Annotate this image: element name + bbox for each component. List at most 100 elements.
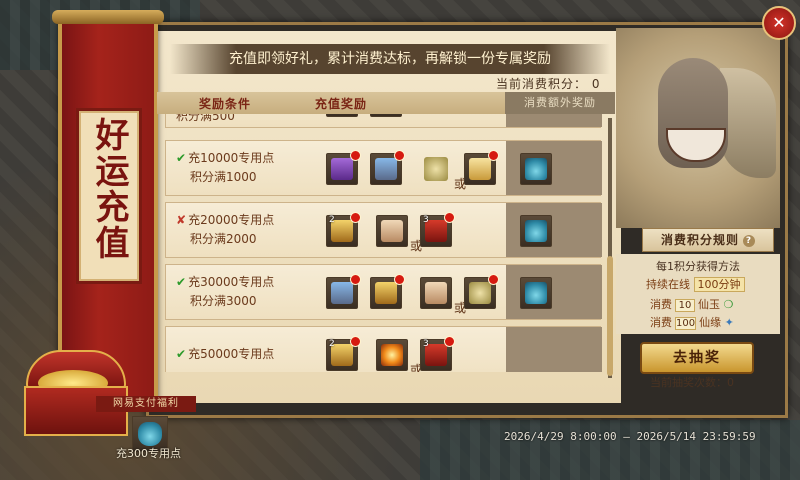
- red-dot-badge: [488, 150, 499, 161]
- points-rules: 每1积分获得方法 持续在线 100分钟 消费 10 仙玉 ❍ 消费 100 仙缘 ✦: [616, 254, 780, 334]
- extra-reward-item[interactable]: [520, 215, 552, 247]
- reward-item[interactable]: [326, 274, 361, 309]
- reward-item[interactable]: [370, 150, 405, 185]
- red-dot-badge: [350, 150, 361, 161]
- blue-pouch-icon: [525, 158, 547, 180]
- reward-item[interactable]: 2: [326, 336, 361, 371]
- extra-reward-cell: [506, 114, 602, 127]
- row-condition: ✘ 充20000专用点 积分满2000: [176, 211, 274, 249]
- reward-item[interactable]: 2: [326, 212, 361, 247]
- blue-pouch-icon: [138, 422, 162, 446]
- rule-online-label: 持续在线: [646, 278, 690, 291]
- reward-item[interactable]: [370, 114, 402, 117]
- scrollbar-thumb[interactable]: [607, 256, 613, 376]
- row-condition: ✔ 充10000专用点 积分满1000: [176, 149, 274, 187]
- red-dot-badge: [444, 336, 455, 347]
- cross-icon: ✘: [176, 213, 187, 227]
- banner-scroll-rod: [52, 10, 164, 24]
- rule-online: 持续在线 100分钟: [646, 276, 745, 292]
- row-condition: 积分满500: [176, 114, 235, 126]
- rule-intro: 每1积分获得方法: [656, 260, 740, 273]
- page-title: 好运充值: [89, 117, 129, 261]
- item-count: 2: [329, 215, 335, 225]
- points-value: 0: [591, 77, 601, 91]
- title-plaque: 好运充值: [76, 108, 142, 284]
- red-dot-badge: [394, 150, 405, 161]
- reward-list[interactable]: 积分满500 或 ✔充10000专用点 积分满1000 或 ✘充20000专用点…: [157, 114, 615, 372]
- check-icon: ✔: [176, 151, 187, 165]
- blue-pouch-icon: [525, 220, 547, 242]
- sack-icon: [424, 157, 448, 181]
- reward-list-scrollbar[interactable]: [607, 118, 613, 378]
- reward-item[interactable]: 3: [420, 212, 455, 247]
- row-condition: ✔ 充30000专用点 积分满3000: [176, 273, 274, 311]
- reward-item[interactable]: [464, 150, 499, 185]
- reward-item[interactable]: 3: [420, 336, 455, 371]
- row-condition-points: 积分满3000: [190, 294, 257, 308]
- sack-icon: [469, 282, 491, 304]
- reward-item[interactable]: [326, 150, 361, 185]
- header-extra-reward: 消费额外奖励: [505, 92, 615, 114]
- rule-online-value: 100分钟: [693, 277, 745, 292]
- reward-item[interactable]: [370, 274, 405, 309]
- red-dot-badge: [444, 212, 455, 223]
- reward-row-partial: 积分满500 或: [165, 114, 602, 128]
- row-condition-recharge: 充10000专用点: [188, 151, 275, 165]
- go-draw-button[interactable]: 去抽奖: [640, 342, 754, 374]
- reward-item[interactable]: [464, 274, 499, 309]
- row-condition-points: 积分满2000: [190, 232, 257, 246]
- header-recharge-reward: 充值奖励: [315, 97, 368, 111]
- rule-spend-fate: 消费 100 仙缘 ✦: [650, 314, 734, 330]
- rule-spend-jade: 消费 10 仙玉 ❍: [650, 296, 733, 312]
- purple-chest-icon: [331, 158, 353, 180]
- help-icon: ?: [743, 234, 755, 247]
- item-count: 3: [423, 215, 429, 225]
- check-icon: ✔: [176, 347, 187, 361]
- reward-row-10000: ✔ 充10000专用点 积分满1000 或: [165, 140, 602, 196]
- reward-item[interactable]: [420, 277, 452, 309]
- row-condition-recharge: 充50000专用点: [188, 347, 275, 361]
- row-condition-points: 积分满1000: [190, 170, 257, 184]
- extra-reward-item[interactable]: [520, 277, 552, 309]
- netease-pay-welfare-label: 网易支付福利: [96, 396, 196, 412]
- extra-reward-cell: [506, 327, 602, 372]
- reward-row-20000: ✘ 充20000专用点 积分满2000 2 或 3: [165, 202, 602, 258]
- event-time-range: 2026/4/29 8:00:00 — 2026/5/14 23:59:59: [504, 430, 756, 443]
- row-condition-points: 积分满500: [176, 114, 235, 123]
- red-dot-badge: [350, 274, 361, 285]
- draw-count-value: 0: [727, 376, 734, 389]
- mascot-wing: [720, 68, 776, 178]
- voucher-icon: [469, 158, 491, 180]
- points-rule-button[interactable]: 消费积分规则?: [642, 228, 774, 252]
- red-dot-badge: [488, 274, 499, 285]
- treasure-chest-illustration[interactable]: [18, 340, 128, 440]
- rule-spend-currency: 仙玉: [698, 298, 720, 311]
- fate-icon: ✦: [724, 316, 734, 329]
- red-dot-badge: [350, 212, 361, 223]
- rule-spend-currency: 仙缘: [699, 316, 722, 329]
- reward-item[interactable]: [376, 339, 408, 371]
- rule-spend-num: 100: [675, 317, 697, 330]
- draw-count-label: 当前抽奖次数：: [650, 376, 727, 389]
- rule-spend-label: 消费: [650, 298, 672, 311]
- treasure-chest-icon: [331, 282, 353, 304]
- reward-item[interactable]: [326, 114, 358, 117]
- extra-reward-cell: [506, 203, 602, 257]
- close-button[interactable]: ✕: [762, 6, 796, 40]
- treasure-chest-icon: [375, 282, 397, 304]
- reward-row-30000: ✔ 充30000专用点 积分满3000 或: [165, 264, 602, 320]
- rule-spend-num: 10: [675, 299, 695, 312]
- notice-text: 充值即领好礼，累计消费达标，再解锁一份专属奖励: [170, 44, 610, 74]
- scroll-papers-icon: [381, 220, 403, 242]
- reward-item[interactable]: [376, 215, 408, 247]
- reward-item[interactable]: [420, 153, 452, 185]
- item-count: 2: [329, 339, 335, 349]
- extra-reward-cell: [506, 265, 602, 319]
- roof-tiles: [420, 420, 800, 480]
- item-count: 3: [423, 339, 429, 349]
- scroll-papers-icon: [425, 282, 447, 304]
- bonus-condition-text: 充300专用点: [116, 447, 181, 460]
- rule-spend-label: 消费: [650, 316, 672, 329]
- check-icon: ✔: [176, 275, 187, 289]
- extra-reward-item[interactable]: [520, 153, 552, 185]
